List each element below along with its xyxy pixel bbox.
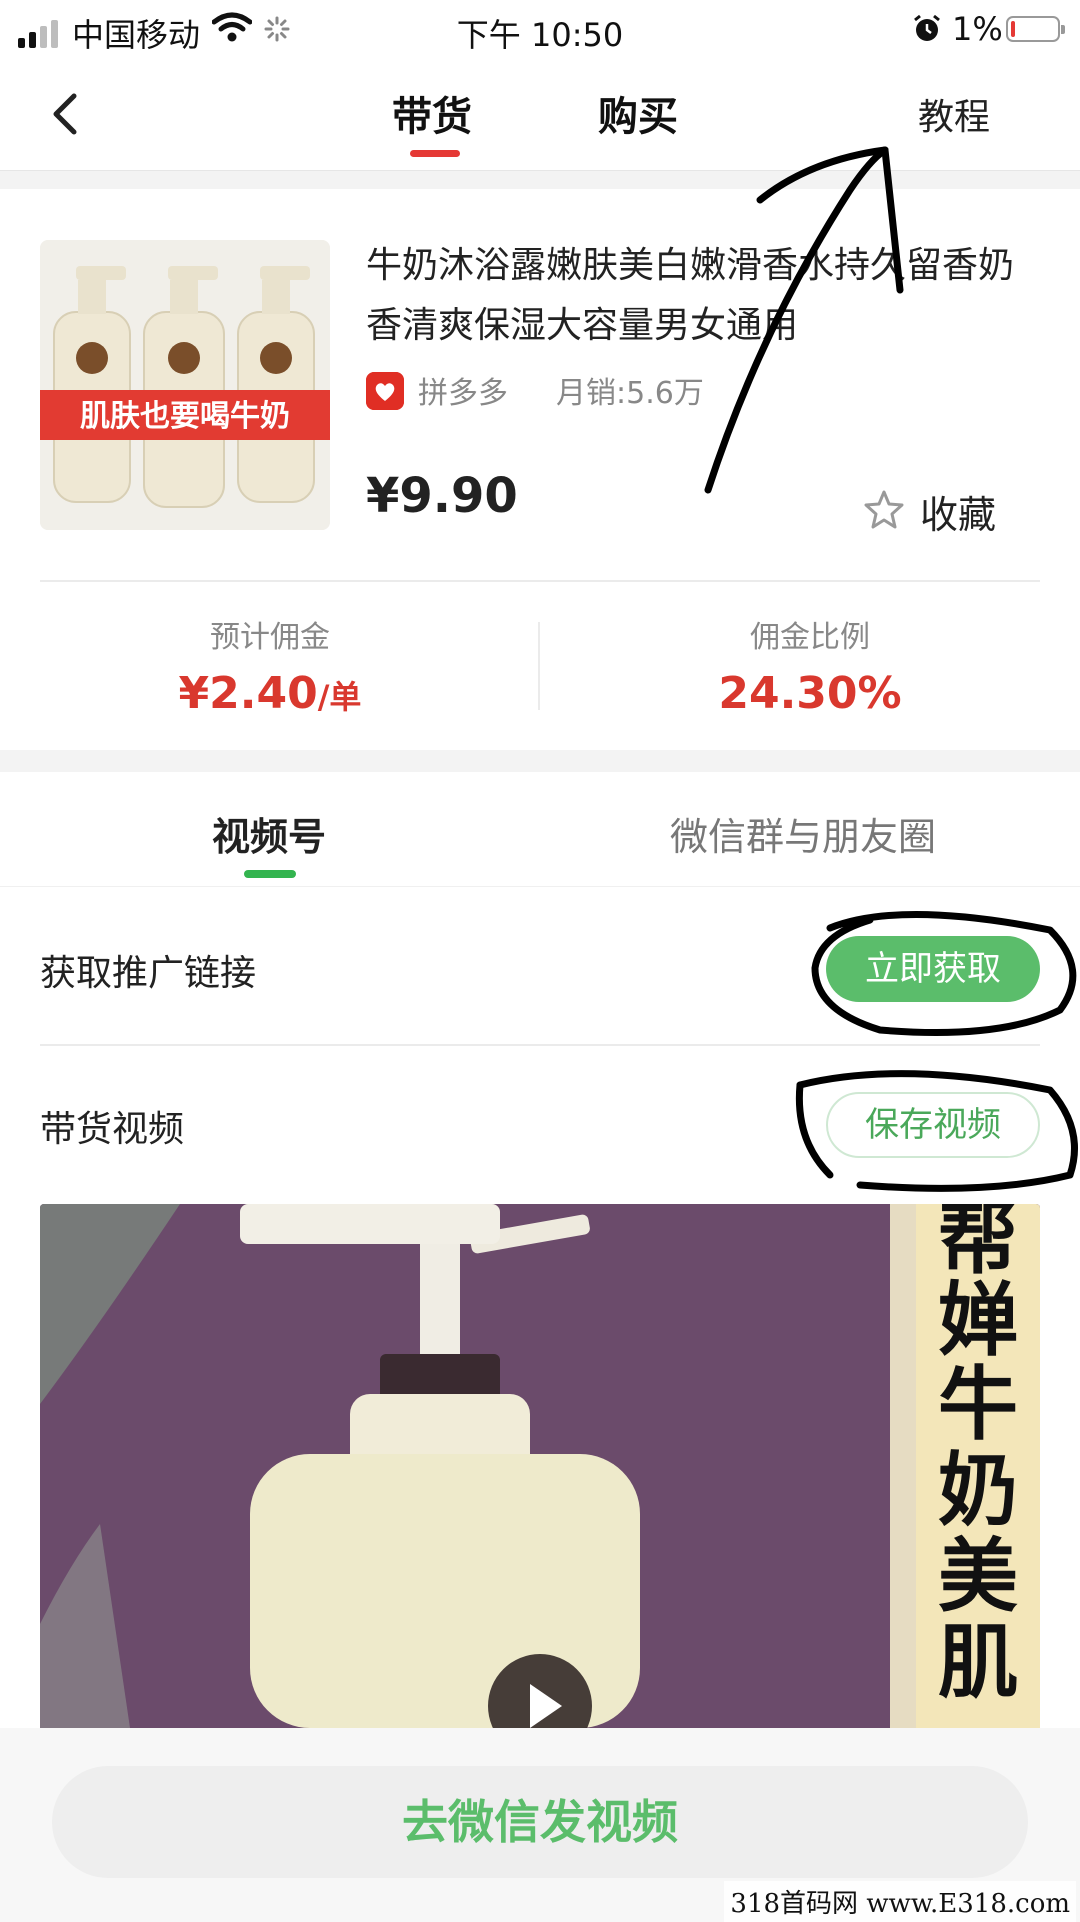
active-tab-indicator (410, 150, 460, 157)
tab-promote[interactable]: 带货 (392, 84, 472, 142)
section-separator (0, 750, 1080, 772)
commission-unit: /单 (317, 678, 362, 716)
card-divider (40, 580, 1040, 582)
get-now-button[interactable]: 立即获取 (826, 936, 1040, 1002)
watermark: 318首码网 www.E318.com (724, 1881, 1076, 1922)
play-icon[interactable] (488, 1654, 592, 1728)
tab-channels[interactable]: 视频号 (212, 806, 326, 861)
stats-divider (538, 622, 540, 710)
save-video-button[interactable]: 保存视频 (826, 1092, 1040, 1158)
product-title[interactable]: 牛奶沐浴露嫩肤美白嫩滑香水持久留香奶香清爽保湿大容量男女通用 (366, 236, 1046, 356)
pinduoduo-logo-icon (366, 372, 404, 410)
promo-video-label: 带货视频 (40, 1109, 185, 1150)
top-nav: 带货 购买 教程 (0, 60, 1080, 171)
commission-ratio-value: 24.30% (718, 668, 902, 719)
alarm-icon (914, 14, 940, 41)
row-divider (40, 1044, 1040, 1046)
battery-percentage: 1% (952, 10, 1003, 48)
tutorial-link[interactable]: 教程 (918, 88, 990, 140)
post-video-to-wechat-button[interactable]: 去微信发视频 (52, 1766, 1028, 1878)
caption-char: 肌 (938, 1616, 1018, 1709)
promo-link-label: 获取推广链接 (40, 953, 257, 994)
commission-value: ¥2.40/单 (120, 668, 420, 719)
back-arrow-icon[interactable] (40, 86, 96, 142)
star-icon[interactable] (862, 488, 906, 532)
product-bottles-illustration: 肌肤也要喝牛奶 (40, 240, 330, 530)
product-image-banner: 肌肤也要喝牛奶 (80, 399, 290, 434)
video-caption-strip: 帮 婵 牛 奶 美 肌 (916, 1204, 1040, 1728)
commission-amount: ¥2.40 (178, 668, 318, 719)
platform-name: 拼多多 (418, 376, 508, 411)
favorite-button[interactable]: 收藏 (920, 484, 996, 539)
monthly-sales: 月销:5.6万 (556, 376, 704, 411)
tabs-divider (0, 886, 1080, 887)
tab-wechat-groups-moments[interactable]: 微信群与朋友圈 (670, 806, 936, 861)
section-tab-indicator (244, 870, 296, 878)
commission-label: 预计佣金 (210, 620, 330, 655)
product-image[interactable]: 肌肤也要喝牛奶 (40, 240, 330, 530)
commission-ratio-label: 佣金比例 (750, 620, 870, 655)
tab-buy[interactable]: 购买 (598, 84, 678, 142)
status-bar: 中国移动 下午 10:50 1% (0, 0, 1080, 60)
battery-icon (1006, 16, 1065, 42)
video-frame-illustration (40, 1204, 1040, 1728)
video-preview[interactable]: 帮 婵 牛 奶 美 肌 (40, 1204, 1040, 1728)
section-separator (0, 171, 1080, 189)
product-price: ¥9.90 (366, 468, 518, 524)
